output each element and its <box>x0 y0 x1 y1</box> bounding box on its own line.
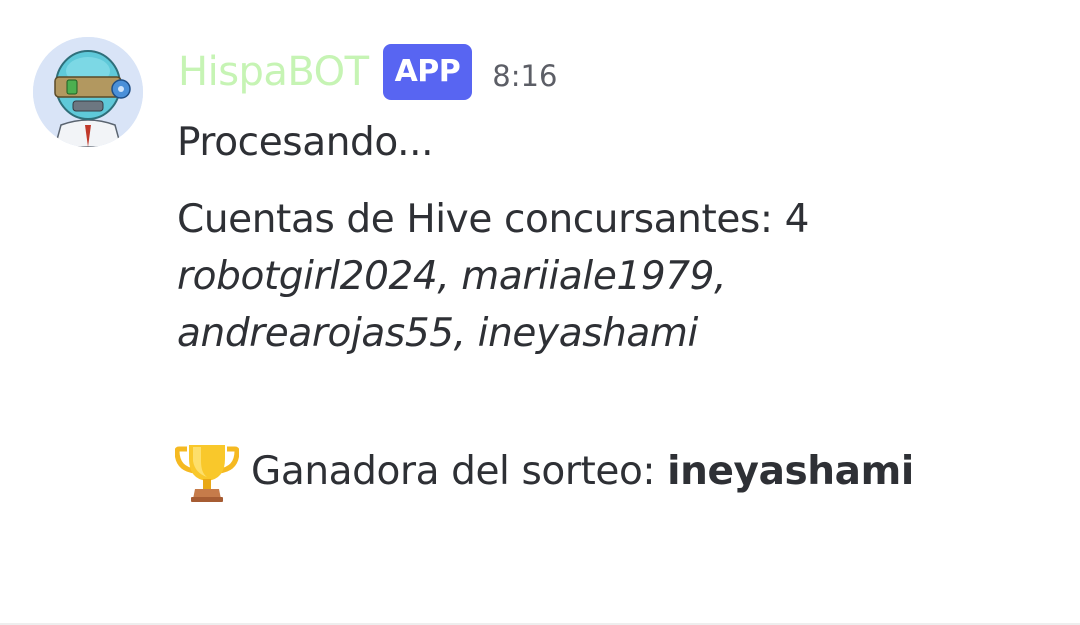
bot-avatar[interactable] <box>33 37 143 147</box>
winner-name: ineyashami <box>667 448 914 494</box>
winner-label: Ganadora del sorteo: <box>251 448 668 494</box>
accounts-list-line-1: robotgirl2024, mariiale1979, <box>177 254 727 299</box>
author-name[interactable]: HispaBOT <box>178 49 369 95</box>
trophy-icon <box>175 445 239 502</box>
chat-message: HispaBOT APP 8:16 Procesando... Cuentas … <box>0 0 1080 625</box>
robot-avatar-icon <box>33 37 143 147</box>
app-badge: APP <box>382 44 473 100</box>
message-header: HispaBOT APP 8:16 <box>178 42 557 102</box>
message-content: Procesando... Cuentas de Hive concursant… <box>175 114 1057 503</box>
processing-text: Procesando... <box>177 120 434 165</box>
winner-line: Ganadora del sorteo: ineyashami <box>175 439 1057 503</box>
message-timestamp[interactable]: 8:16 <box>492 51 557 93</box>
accounts-label: Cuentas de Hive concursantes: 4 <box>177 197 810 242</box>
accounts-list-line-2: andrearojas55, ineyashami <box>177 311 698 356</box>
